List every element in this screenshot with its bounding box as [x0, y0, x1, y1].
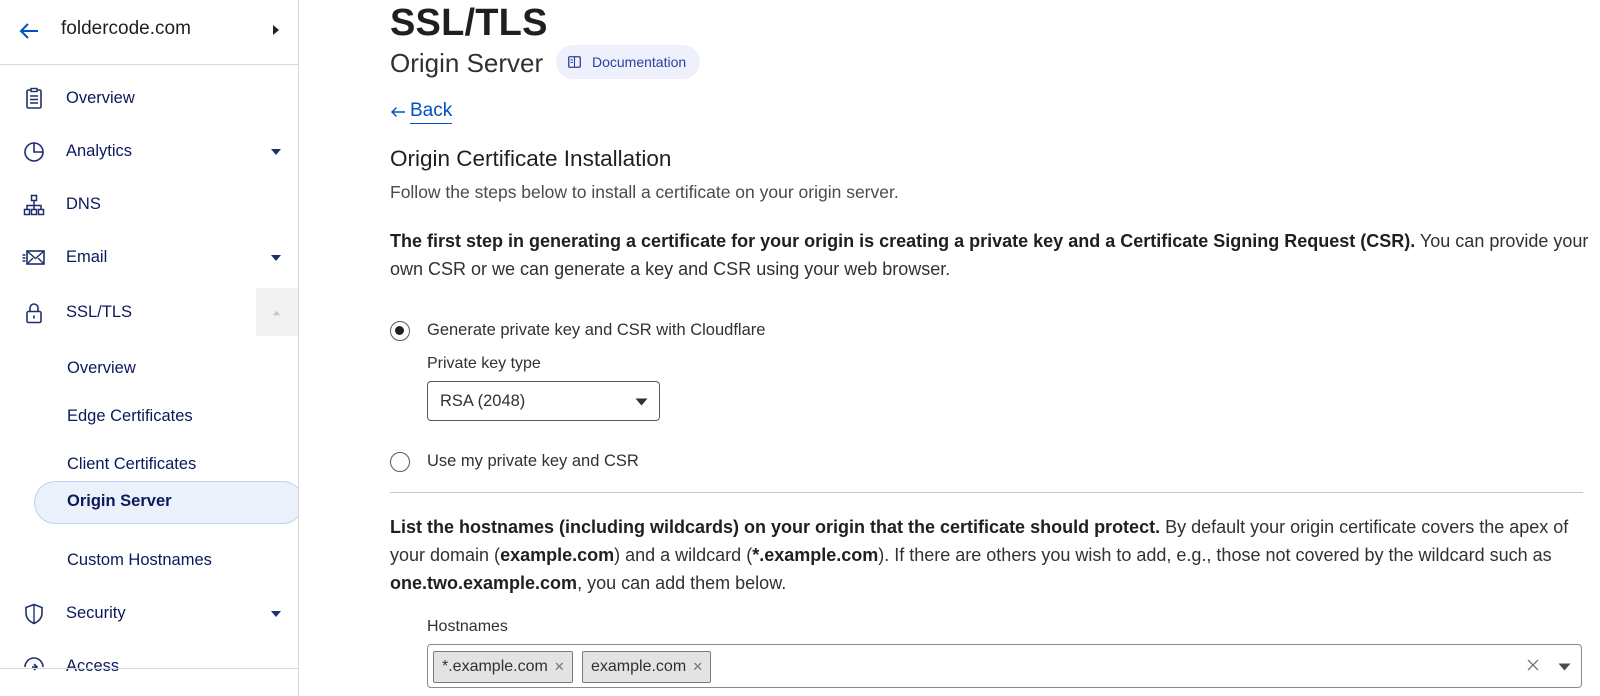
sidebar-item-analytics[interactable]: Analytics: [0, 127, 298, 177]
sidebar-item-overview[interactable]: Overview: [0, 74, 298, 124]
sidebar-subitem-label: Client Certificates: [67, 455, 197, 473]
hostname-tag: example.com ✕: [582, 651, 712, 683]
csr-instructions: The first step in generating a certifica…: [390, 227, 1590, 283]
section-title: Origin Certificate Installation: [390, 146, 672, 171]
sidebar-subitem-client-certificates[interactable]: Client Certificates: [0, 445, 298, 485]
private-key-type-label: Private key type: [427, 355, 541, 372]
sidebar-subitem-label: Custom Hostnames: [67, 551, 212, 569]
sidebar-item-dns[interactable]: DNS: [0, 180, 298, 230]
sidebar-subitem-overview[interactable]: Overview: [0, 349, 298, 389]
remove-tag-icon[interactable]: ✕: [692, 652, 703, 682]
clear-icon[interactable]: [1527, 659, 1539, 671]
sidebar-subitem-custom-hostnames[interactable]: Custom Hostnames: [0, 541, 298, 581]
sidebar-subitem-origin-server[interactable]: Origin Server: [0, 481, 298, 524]
page-title: SSL/TLS: [390, 2, 548, 44]
section-description: Follow the steps below to install a cert…: [390, 182, 899, 202]
caret-down-icon[interactable]: [270, 610, 282, 618]
network-icon: [23, 194, 45, 216]
hostname-tag-label: *.example.com: [442, 658, 548, 675]
documentation-label: Documentation: [592, 54, 687, 70]
sidebar-item-label: Overview: [66, 89, 135, 107]
chevron-down-icon: [635, 398, 648, 406]
zone-name[interactable]: foldercode.com: [61, 18, 191, 40]
hostname-tag: *.example.com ✕: [433, 651, 573, 683]
csr-instructions-bold: The first step in generating a certifica…: [390, 231, 1416, 251]
sidebar-subitem-label: Origin Server: [67, 492, 172, 510]
radio-own-csr[interactable]: [390, 452, 410, 472]
shield-icon: [25, 603, 43, 625]
hostnames-input[interactable]: *.example.com ✕ example.com ✕: [427, 644, 1582, 688]
sidebar-item-ssl-tls[interactable]: SSL/TLS: [0, 288, 298, 338]
sidebar-subitem-label: Edge Certificates: [67, 407, 193, 425]
private-key-type-select[interactable]: RSA (2048): [427, 381, 660, 421]
hostnames-bold-3: *.example.com: [752, 545, 879, 565]
sidebar-subitem-edge-certificates[interactable]: Edge Certificates: [0, 397, 298, 437]
hostnames-label: Hostnames: [427, 618, 508, 635]
hostnames-text-4: , you can add them below.: [577, 573, 787, 593]
back-label: Back: [410, 100, 453, 124]
sidebar-item-label: Email: [66, 248, 108, 266]
sidebar-item-label: Analytics: [66, 142, 133, 160]
sidebar-item-label: Security: [66, 604, 126, 622]
caret-right-icon[interactable]: [272, 24, 280, 36]
radio-generate-csr-label[interactable]: Generate private key and CSR with Cloudf…: [427, 321, 765, 340]
hostname-tag-label: example.com: [591, 658, 687, 675]
radio-generate-csr[interactable]: [390, 321, 410, 341]
documentation-button[interactable]: Documentation: [556, 45, 701, 79]
zone-header: foldercode.com: [0, 0, 298, 65]
sidebar-divider: [0, 668, 298, 669]
section-divider: [390, 492, 1583, 493]
hostnames-bold-1: List the hostnames (including wildcards)…: [390, 517, 1161, 537]
caret-up-icon[interactable]: [272, 310, 281, 316]
sidebar-item-label: Access: [66, 657, 120, 675]
page-subtitle: Origin Server: [390, 48, 544, 78]
hostnames-text-3: ). If there are others you wish to add, …: [878, 545, 1552, 565]
sidebar-item-email[interactable]: Email: [0, 233, 298, 283]
access-icon: [24, 657, 44, 671]
arrow-left-icon: [391, 107, 405, 117]
sidebar-item-access[interactable]: Access: [0, 642, 298, 692]
remove-tag-icon[interactable]: ✕: [554, 652, 565, 682]
hostnames-bold-4: one.two.example.com: [390, 573, 578, 593]
caret-down-icon[interactable]: [270, 148, 282, 156]
hostnames-instructions: List the hostnames (including wildcards)…: [390, 513, 1590, 597]
private-key-type-value: RSA (2048): [440, 392, 526, 410]
pie-chart-icon: [24, 142, 44, 162]
sidebar-subitem-label: Overview: [67, 359, 136, 377]
hostnames-bold-2: example.com: [500, 545, 615, 565]
sidebar-item-label: SSL/TLS: [66, 303, 133, 321]
back-arrow-icon[interactable]: [18, 20, 40, 42]
sidebar: foldercode.com Overview Analytics DNS Em…: [0, 0, 299, 696]
hostnames-text-2: ) and a wildcard (: [614, 545, 753, 565]
radio-own-csr-label[interactable]: Use my private key and CSR: [427, 452, 639, 471]
lock-icon: [26, 303, 42, 324]
mail-icon: [22, 250, 45, 265]
sidebar-item-security[interactable]: Security: [0, 589, 298, 639]
document-icon: [26, 87, 42, 109]
main-content: SSL/TLS Origin Server Documentation Back…: [299, 0, 1600, 696]
chevron-down-icon[interactable]: [1558, 663, 1571, 671]
book-icon: [568, 56, 581, 68]
caret-down-icon[interactable]: [270, 254, 282, 262]
sidebar-item-label: DNS: [66, 195, 101, 213]
